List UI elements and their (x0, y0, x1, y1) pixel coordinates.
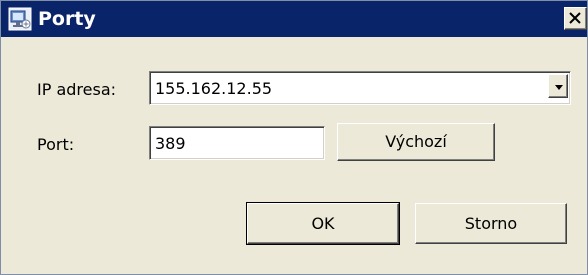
close-button[interactable] (564, 7, 587, 30)
network-computer-icon (8, 7, 32, 31)
ok-button[interactable]: OK (246, 202, 400, 245)
title-bar[interactable]: Porty (1, 1, 587, 37)
default-port-button[interactable]: Výchozí (337, 123, 495, 161)
ip-address-value[interactable]: 155.162.12.55 (155, 79, 272, 98)
port-value[interactable]: 389 (155, 134, 186, 153)
cancel-button[interactable]: Storno (415, 203, 567, 244)
close-icon (569, 12, 581, 24)
ip-address-combobox[interactable]: 155.162.12.55 (149, 71, 571, 105)
chevron-down-icon (555, 85, 563, 90)
port-label: Port: (37, 135, 75, 154)
port-input[interactable]: 389 (149, 126, 325, 160)
ip-address-label: IP adresa: (37, 80, 117, 99)
window-title: Porty (38, 8, 96, 30)
ip-address-dropdown-button[interactable] (548, 74, 568, 98)
porty-dialog: Porty IP adresa: 155.162.12.55 Port: 389… (0, 0, 588, 275)
dialog-body: IP adresa: 155.162.12.55 Port: 389 Výcho… (1, 37, 587, 274)
